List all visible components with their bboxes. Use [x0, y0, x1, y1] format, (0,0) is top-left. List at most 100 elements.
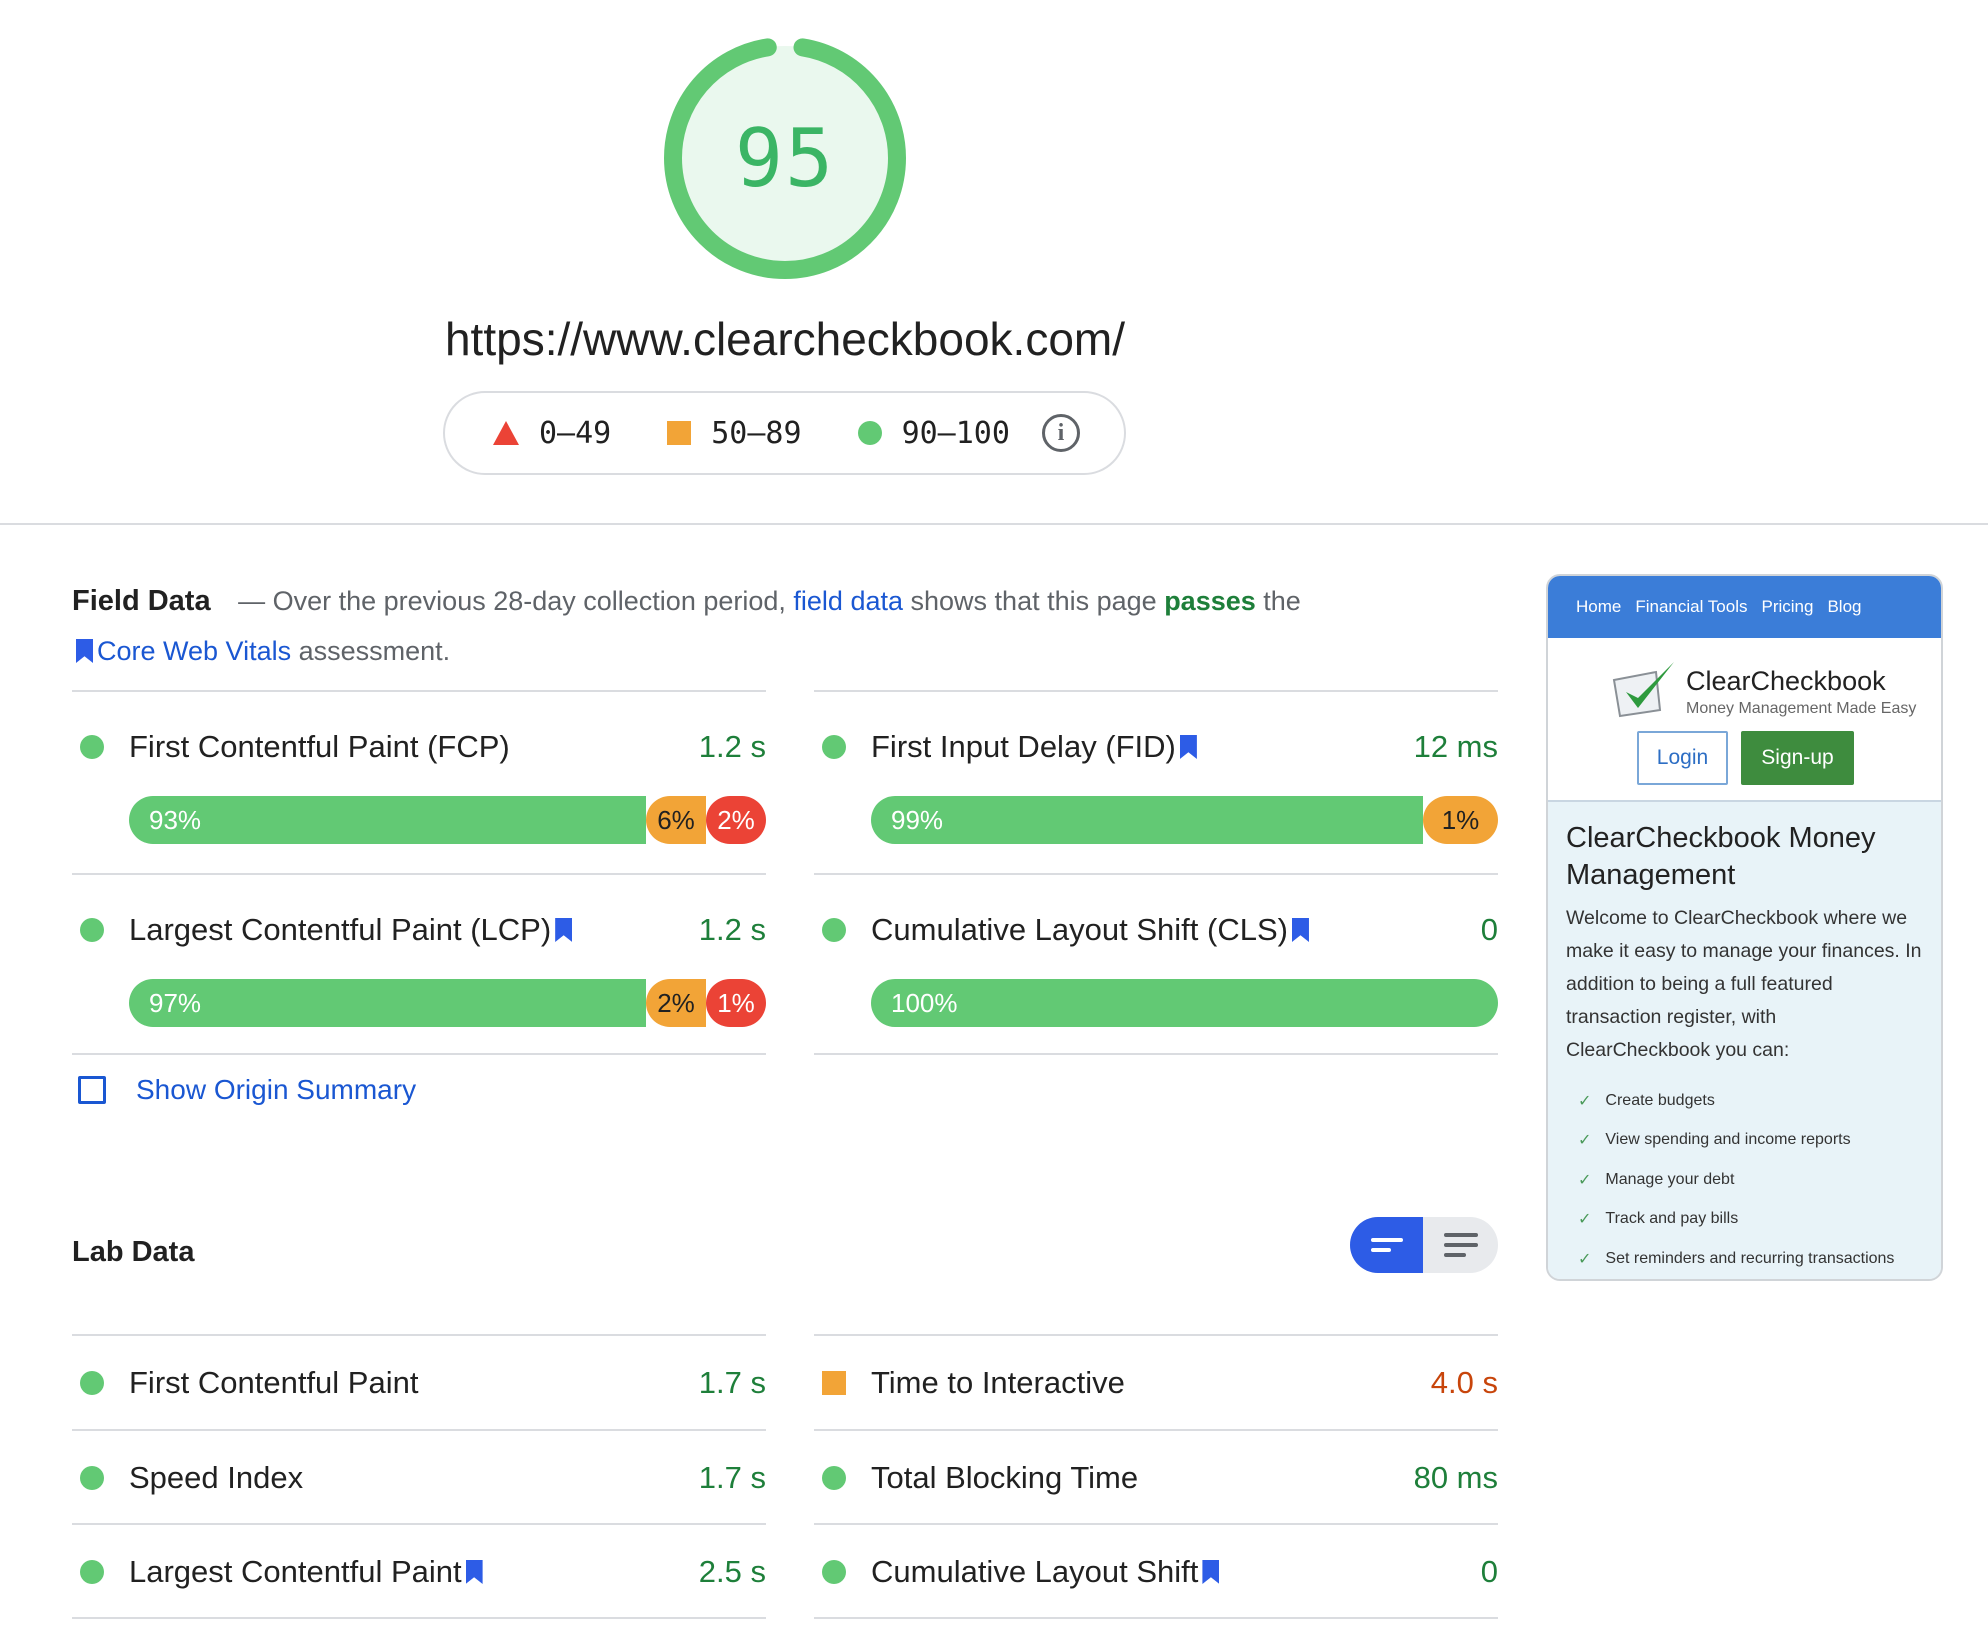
thumb-nav-home: Home — [1576, 597, 1622, 616]
lab-metric-cls: Cumulative Layout Shift 0 — [814, 1523, 1498, 1618]
metric-name-text: Largest Contentful Paint (LCP) — [129, 912, 552, 947]
metric-name: Time to Interactive — [871, 1365, 1125, 1400]
thumb-body: ClearCheckbook Money Management Welcome … — [1548, 802, 1941, 1279]
lab-metric-tti: Time to Interactive 4.0 s — [814, 1334, 1498, 1429]
list-item: ✓ Set reminders and recurring transaction… — [1566, 1239, 1923, 1279]
metric-name-text: Cumulative Layout Shift — [871, 1554, 1199, 1589]
metric-name: Speed Index — [129, 1460, 304, 1495]
thumb-feature-list: ✓ Create budgets ✓ View spending and incom… — [1566, 1081, 1923, 1279]
toggle-line — [1370, 1248, 1391, 1252]
field-divider-left — [72, 1053, 766, 1055]
lab-divider-right — [814, 1617, 1498, 1619]
list-item: ✓ Manage your debt — [1566, 1160, 1923, 1200]
distribution-bar: 93% 6% 2% — [129, 796, 766, 844]
origin-summary-checkbox[interactable] — [78, 1076, 106, 1104]
good-segment: 97% — [129, 979, 646, 1027]
bookmark-icon — [555, 918, 573, 942]
field-metric-cls: Cumulative Layout Shift (CLS) 0 100% — [814, 873, 1498, 1053]
list-item-text: Set reminders and recurring transactions — [1605, 1249, 1895, 1267]
circle-icon — [857, 421, 882, 445]
needs-improvement-segment: 6% — [646, 796, 706, 844]
toggle-line — [1443, 1243, 1478, 1247]
bookmark-icon — [1291, 918, 1309, 942]
distribution-bar: 97% 2% 1% — [129, 979, 766, 1027]
metric-name: First Contentful Paint (FCP) — [129, 729, 510, 764]
thumb-nav-blog: Blog — [1827, 597, 1862, 616]
check-icon: ✓ — [1578, 1171, 1592, 1189]
good-indicator-icon — [80, 1371, 104, 1395]
legend-average-label: 50–89 — [711, 415, 802, 451]
score-value: 95 — [734, 111, 836, 205]
good-indicator-icon — [80, 1560, 104, 1584]
good-indicator-icon — [80, 1466, 104, 1490]
field-data-link[interactable]: field data — [793, 586, 903, 616]
square-icon — [667, 421, 692, 445]
metric-value: 0 — [1480, 912, 1498, 947]
good-indicator-icon — [80, 735, 104, 759]
field-desc-text-1: — Over the previous 28-day collection pe… — [238, 586, 786, 616]
info-icon[interactable]: i — [1041, 414, 1080, 452]
thumb-tagline: Money Management Made Easy — [1686, 700, 1917, 717]
metric-value: 12 ms — [1413, 729, 1498, 764]
poor-segment: 1% — [706, 979, 766, 1027]
origin-summary-label[interactable]: Show Origin Summary — [136, 1074, 416, 1106]
check-icon: ✓ — [1578, 1132, 1592, 1150]
thumb-heading: ClearCheckbook Money Management — [1566, 822, 1876, 891]
metric-value: 1.2 s — [698, 729, 766, 764]
metric-name: Largest Contentful Paint — [129, 1554, 699, 1590]
expanded-view-icon[interactable] — [1423, 1217, 1498, 1273]
distribution-bar: 99% 1% — [871, 796, 1498, 844]
metric-value: 2.5 s — [698, 1554, 766, 1589]
thumb-header: ClearCheckbook Money Management Made Eas… — [1548, 638, 1941, 802]
list-item: ✓ Track and pay bills — [1566, 1200, 1923, 1240]
lab-divider-left — [72, 1617, 766, 1619]
good-indicator-icon — [822, 735, 846, 759]
thumb-paragraph: Welcome to ClearCheckbook where we make … — [1566, 907, 1922, 1061]
field-metric-fid: First Input Delay (FID) 12 ms 99% 1% — [814, 690, 1498, 870]
metric-name: First Contentful Paint — [129, 1365, 419, 1400]
toggle-line — [1370, 1238, 1403, 1242]
field-data-heading: Field Data — [72, 585, 211, 617]
score-legend: 0–49 50–89 90–100 i — [443, 391, 1126, 475]
thumb-nav: Home Financial Tools Pricing Blog — [1548, 576, 1941, 638]
average-indicator-icon — [822, 1371, 846, 1395]
good-segment: 99% — [871, 796, 1423, 844]
performance-score-gauge: 95 — [664, 37, 906, 279]
good-indicator-icon — [822, 1466, 846, 1490]
core-web-vitals-link[interactable]: Core Web Vitals — [97, 636, 291, 666]
good-indicator-icon — [822, 918, 846, 942]
legend-good: 90–100 — [857, 415, 1010, 451]
toggle-line — [1443, 1253, 1466, 1257]
show-origin-summary[interactable]: Show Origin Summary — [78, 1074, 416, 1106]
metric-name: Largest Contentful Paint (LCP) — [129, 912, 699, 948]
list-item-text: Track and pay bills — [1605, 1210, 1739, 1228]
metric-value: 1.7 s — [698, 1365, 766, 1400]
view-toggle[interactable] — [1350, 1217, 1498, 1273]
metric-name-text: First Input Delay (FID) — [871, 729, 1176, 764]
bookmark-icon — [1202, 1560, 1220, 1584]
field-divider-right — [814, 1053, 1498, 1055]
poor-segment: 2% — [706, 796, 766, 844]
check-icon: ✓ — [1578, 1092, 1592, 1110]
good-indicator-icon — [822, 1560, 846, 1584]
good-segment: 100% — [871, 979, 1498, 1027]
legend-good-label: 90–100 — [901, 415, 1010, 451]
legend-poor-label: 0–49 — [539, 415, 612, 451]
metric-name: Cumulative Layout Shift (CLS) — [871, 912, 1481, 948]
compact-view-icon[interactable] — [1350, 1217, 1423, 1273]
thumb-nav-tools: Financial Tools — [1635, 597, 1748, 616]
metric-name: First Input Delay (FID) — [871, 729, 1414, 765]
bookmark-icon — [76, 639, 93, 663]
thumb-brand: ClearCheckbook — [1686, 666, 1886, 696]
thumb-nav-pricing: Pricing — [1761, 597, 1814, 616]
bookmark-icon — [1179, 735, 1197, 759]
legend-average: 50–89 — [667, 415, 802, 451]
needs-improvement-segment: 2% — [646, 979, 706, 1027]
lab-metric-tbt: Total Blocking Time 80 ms — [814, 1429, 1498, 1524]
thumb-login-button: Login — [1637, 731, 1728, 785]
check-icon: ✓ — [1578, 1211, 1592, 1229]
lab-metric-speed-index: Speed Index 1.7 s — [72, 1429, 766, 1524]
thumb-signup-button: Sign-up — [1741, 731, 1854, 785]
lab-metric-fcp: First Contentful Paint 1.7 s — [72, 1334, 766, 1429]
metric-value: 80 ms — [1413, 1460, 1498, 1495]
